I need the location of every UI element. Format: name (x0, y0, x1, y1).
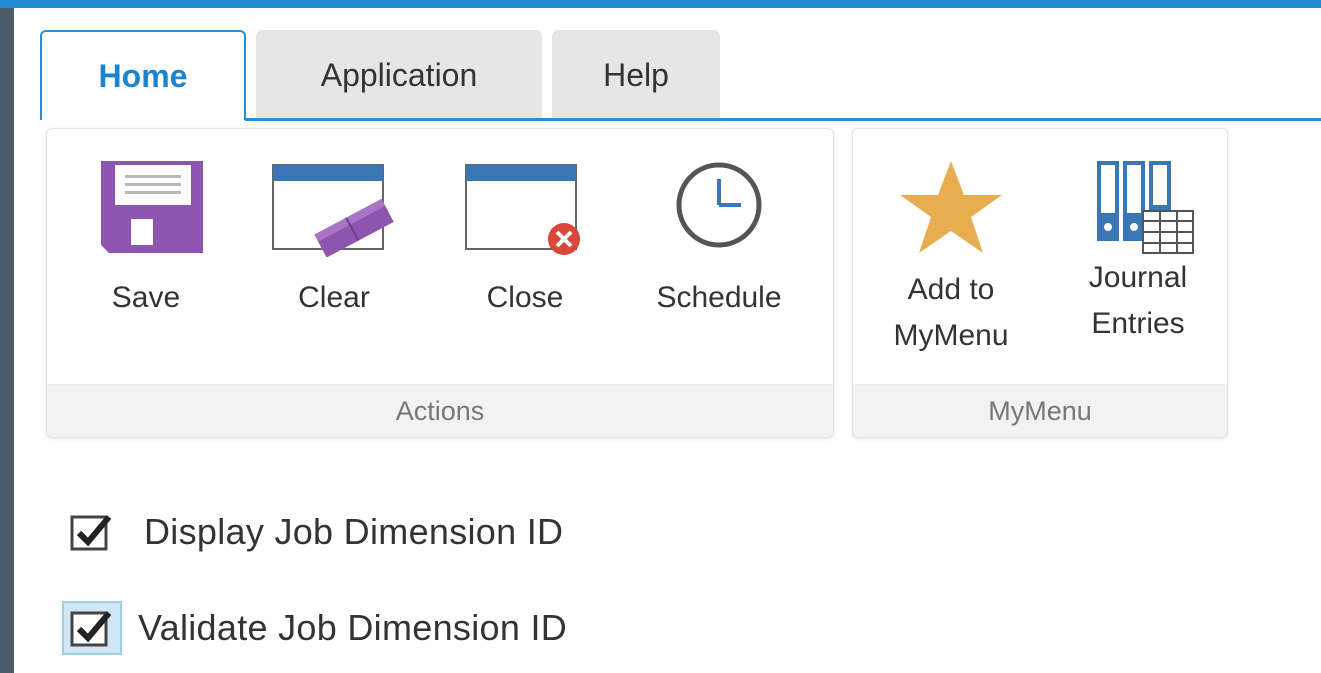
actions-group: Save Clear Close Schedule Actions (46, 128, 834, 438)
schedule-button[interactable]: Schedule (629, 129, 809, 379)
checkbox-checked-icon[interactable] (62, 505, 122, 559)
journal-entries-label-line2: Entries (1091, 307, 1185, 340)
journal-entries-label-line1: Journal (1088, 261, 1188, 294)
add-to-mymenu-button[interactable]: Add to MyMenu (861, 129, 1041, 379)
validate-job-dimension-id-label: Validate Job Dimension ID (138, 607, 568, 648)
close-button[interactable]: Close (460, 129, 590, 379)
schedule-icon (629, 157, 809, 257)
add-to-mymenu-label-line1: Add to (907, 273, 995, 306)
close-label: Close (486, 281, 564, 314)
schedule-label: Schedule (656, 281, 782, 314)
journal-entries-button[interactable]: Journal Entries (1053, 129, 1223, 379)
journal-icon (1073, 155, 1203, 255)
star-icon (886, 157, 1016, 257)
actions-group-title: Actions (47, 384, 833, 437)
validate-job-dimension-id-checkbox[interactable]: Validate Job Dimension ID (62, 601, 567, 655)
add-to-mymenu-label: Add to MyMenu (893, 267, 1008, 359)
tab-application-label: Application (320, 56, 478, 93)
clear-button[interactable]: Clear (269, 129, 399, 379)
tab-home-label: Home (98, 57, 188, 94)
top-accent-bar (0, 0, 1321, 8)
mymenu-group-title: MyMenu (853, 384, 1227, 437)
tab-underline (245, 118, 1321, 121)
journal-entries-label: Journal Entries (1089, 255, 1187, 347)
save-label: Save (111, 281, 181, 314)
clear-label: Clear (298, 281, 370, 314)
display-job-dimension-id-checkbox[interactable]: Display Job Dimension ID (62, 505, 563, 559)
clear-icon (269, 157, 399, 257)
tab-help-label: Help (603, 56, 669, 93)
add-to-mymenu-label-line2: MyMenu (893, 319, 1009, 352)
tab-application[interactable]: Application (256, 30, 542, 120)
save-icon (81, 157, 211, 257)
mymenu-group: Add to MyMenu Journal Entries MyMenu (852, 128, 1228, 438)
close-icon (460, 157, 590, 257)
checkbox-checked-icon[interactable] (62, 601, 122, 655)
tab-home[interactable]: Home (40, 30, 246, 120)
display-job-dimension-id-label: Display Job Dimension ID (144, 511, 564, 552)
save-button[interactable]: Save (81, 129, 211, 379)
left-side-panel (0, 8, 14, 673)
tab-help[interactable]: Help (552, 30, 720, 120)
